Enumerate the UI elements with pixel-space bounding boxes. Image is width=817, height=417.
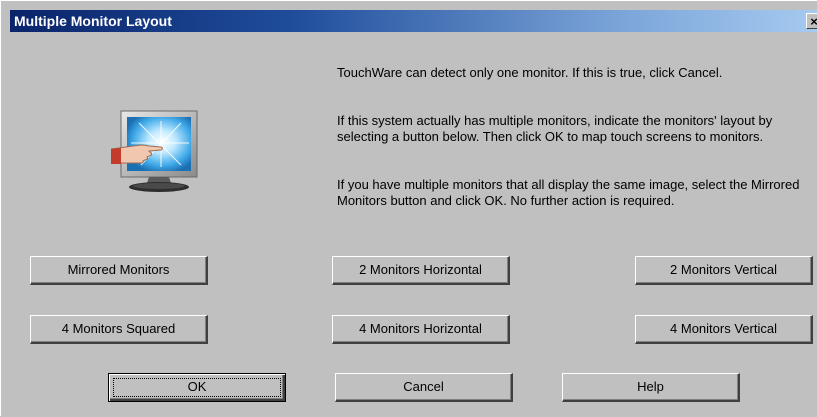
info-text-single-monitor: TouchWare can detect only one monitor. I… [337, 65, 723, 80]
ok-button[interactable]: OK [108, 373, 286, 402]
four-monitors-vertical-button[interactable]: 4 Monitors Vertical [635, 315, 813, 344]
cancel-button[interactable]: Cancel [335, 373, 513, 402]
help-button[interactable]: Help [562, 373, 740, 402]
four-monitors-squared-button[interactable]: 4 Monitors Squared [30, 315, 208, 344]
window-frame-top [1, 1, 817, 10]
focus-rectangle [113, 378, 281, 397]
window-title: Multiple Monitor Layout [14, 13, 172, 29]
mirrored-monitors-button[interactable]: Mirrored Monitors [30, 256, 208, 285]
info-text-multiple-monitors: If this system actually has multiple mon… [337, 113, 773, 144]
close-button[interactable]: × [806, 13, 817, 29]
four-monitors-horizontal-button[interactable]: 4 Monitors Horizontal [332, 315, 510, 344]
two-monitors-horizontal-button[interactable]: 2 Monitors Horizontal [332, 256, 510, 285]
close-icon: × [810, 14, 817, 29]
title-bar[interactable]: Multiple Monitor Layout × [10, 10, 817, 32]
window-frame-left [1, 1, 10, 417]
info-text-mirrored: If you have multiple monitors that all d… [337, 177, 800, 208]
touch-monitor-icon [110, 109, 207, 195]
two-monitors-vertical-button[interactable]: 2 Monitors Vertical [635, 256, 813, 285]
dialog-window: Multiple Monitor Layout × TouchWare can … [0, 0, 817, 417]
